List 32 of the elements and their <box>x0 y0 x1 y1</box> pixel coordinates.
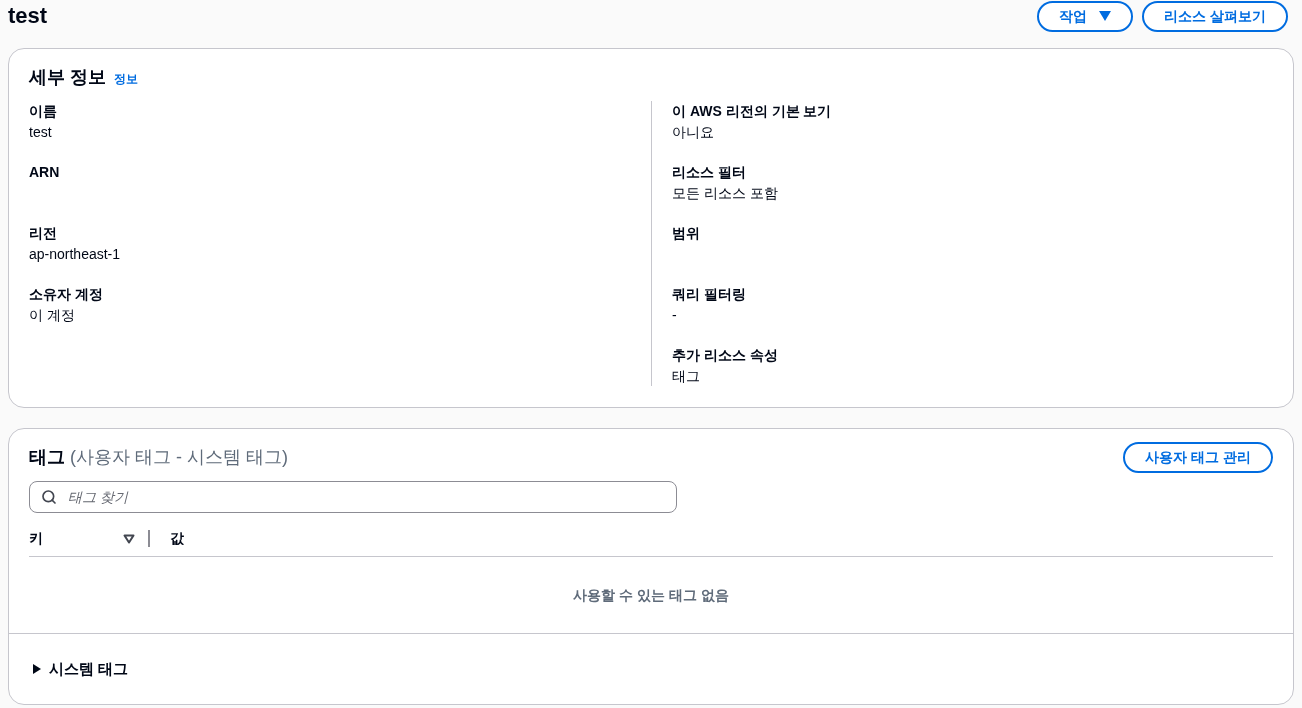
field-label: 이 AWS 리전의 기본 보기 <box>672 102 833 121</box>
field-value: 모든 리소스 포함 <box>672 184 779 203</box>
column-header: 값 <box>170 529 184 548</box>
section-heading: 태그 <box>29 447 65 467</box>
column-header: 키 <box>29 529 43 548</box>
field-label: 이름 <box>29 102 58 121</box>
section-heading: 세부 정보 <box>29 66 106 89</box>
section-subtitle: (사용자 태그 - 시스템 태그) <box>70 447 288 467</box>
field-label: 범위 <box>672 224 701 243</box>
system-tags-toggle[interactable]: 시스템 태그 <box>29 657 129 681</box>
field-label: 소유자 계정 <box>29 285 104 304</box>
field-label: 리소스 필터 <box>672 163 747 182</box>
field-label: ARN <box>29 163 61 182</box>
field-value: test <box>29 123 53 142</box>
info-link[interactable]: 정보 <box>114 70 138 88</box>
field-value: 아니요 <box>672 123 715 142</box>
field-value: ap-northeast-1 <box>29 245 122 264</box>
field-value: 이 계정 <box>29 306 76 325</box>
explore-resources-button[interactable]: 리소스 살펴보기 <box>1142 0 1288 32</box>
page-title: test <box>8 2 48 30</box>
field-label: 쿼리 필터링 <box>672 285 747 304</box>
field-label: 리전 <box>29 224 58 243</box>
search-field[interactable]: 태그 찾기 <box>29 481 677 513</box>
actions-dropdown-button[interactable]: 작업 <box>1037 0 1134 32</box>
field-value: - <box>672 306 678 325</box>
sort-triangle-icon[interactable] <box>123 533 135 544</box>
field-value: 태그 <box>672 367 701 386</box>
search-icon <box>41 489 57 505</box>
manage-tags-button[interactable]: 사용자 태그 관리 <box>1123 441 1273 473</box>
field-label: 추가 리소스 속성 <box>672 346 779 365</box>
caret-down-icon <box>1099 11 1112 21</box>
empty-message: 사용할 수 있는 태그 없음 <box>573 585 729 605</box>
